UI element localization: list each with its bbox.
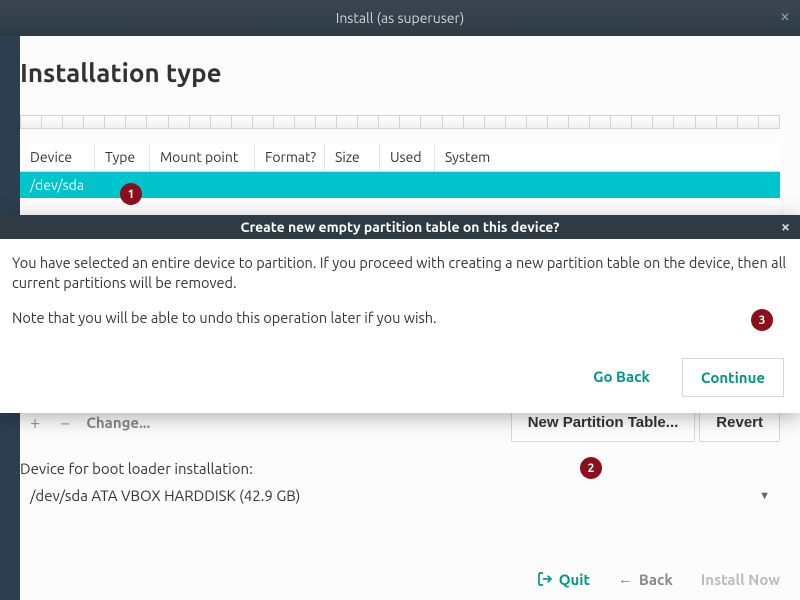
quit-icon xyxy=(537,571,553,587)
bootloader-select[interactable]: /dev/sda ATA VBOX HARDDISK (42.9 GB) ▼ xyxy=(20,477,780,514)
dialog-text-1: You have selected an entire device to pa… xyxy=(12,253,788,294)
dialog-titlebar: Create new empty partition table on this… xyxy=(0,215,800,239)
arrow-left-icon: ← xyxy=(618,570,633,588)
th-used[interactable]: Used xyxy=(380,143,435,171)
dialog-title: Create new empty partition table on this… xyxy=(241,219,560,235)
confirm-dialog: Create new empty partition table on this… xyxy=(0,215,800,413)
dialog-text-2: Note that you will be able to undo this … xyxy=(12,308,788,328)
close-icon[interactable]: × xyxy=(781,218,790,236)
bootloader-value: /dev/sda ATA VBOX HARDDISK (42.9 GB) xyxy=(30,487,300,504)
window: Install (as superuser) × Installation ty… xyxy=(0,0,800,600)
chevron-down-icon: ▼ xyxy=(759,490,770,502)
go-back-button[interactable]: Go Back xyxy=(589,358,654,397)
th-device[interactable]: Device xyxy=(20,143,95,171)
annotation-badge-3: 3 xyxy=(751,309,773,331)
back-label: Back xyxy=(639,571,673,588)
table-header: Device Type Mount point Format? Size Use… xyxy=(20,143,780,172)
th-format[interactable]: Format? xyxy=(255,143,325,171)
th-size[interactable]: Size xyxy=(325,143,380,171)
back-button[interactable]: ← Back xyxy=(618,570,673,588)
dialog-actions: Go Back Continue xyxy=(0,352,800,413)
page-title: Installation type xyxy=(20,58,800,87)
close-icon[interactable]: × xyxy=(780,7,790,25)
quit-label: Quit xyxy=(559,571,590,588)
titlebar: Install (as superuser) × xyxy=(0,0,800,36)
window-title: Install (as superuser) xyxy=(336,10,465,26)
th-mount[interactable]: Mount point xyxy=(150,143,255,171)
quit-button[interactable]: Quit xyxy=(537,571,590,588)
continue-button[interactable]: Continue xyxy=(682,358,784,397)
th-system[interactable]: System xyxy=(435,143,780,171)
cell-device: /dev/sda xyxy=(30,177,84,193)
install-now-button: Install Now xyxy=(701,571,780,588)
footer: Quit ← Back Install Now xyxy=(537,570,780,588)
annotation-badge-2: 2 xyxy=(580,457,602,479)
th-type[interactable]: Type xyxy=(95,143,150,171)
disk-usage-bar xyxy=(20,115,780,129)
bootloader-label: Device for boot loader installation: xyxy=(20,460,800,477)
dialog-body: You have selected an entire device to pa… xyxy=(0,239,800,352)
annotation-badge-1: 1 xyxy=(120,183,142,205)
